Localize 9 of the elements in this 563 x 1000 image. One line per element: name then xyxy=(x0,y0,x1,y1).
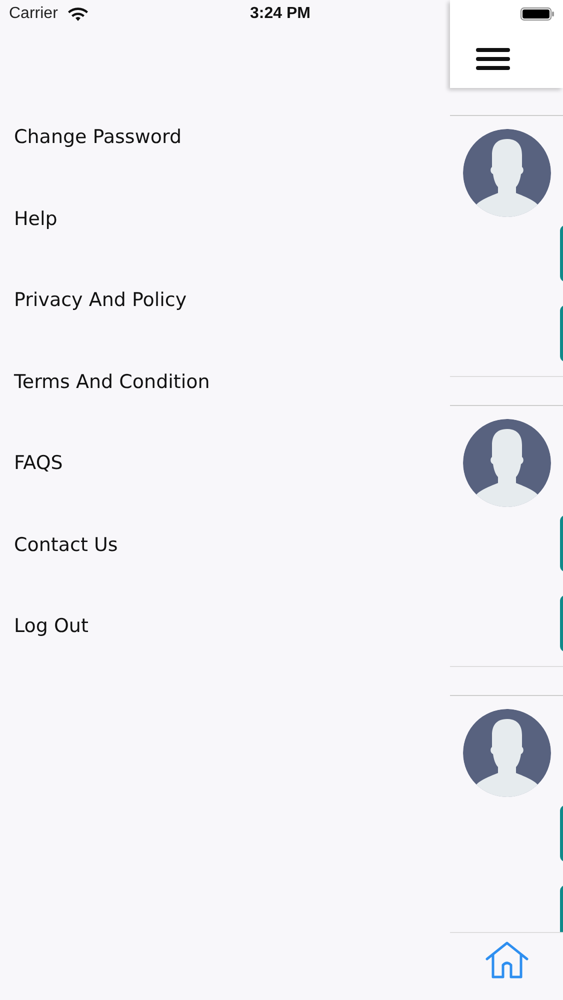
menu-item[interactable]: Contact Us xyxy=(0,504,118,586)
menu-item[interactable]: Log Out xyxy=(0,586,88,668)
menu-item[interactable]: Terms And Condition xyxy=(0,342,210,423)
menu-item[interactable]: FAQS xyxy=(0,423,63,504)
carrier-label: Carrier xyxy=(9,5,58,23)
status-time: 3:24 PM xyxy=(250,5,310,23)
menu-item[interactable]: Change Password xyxy=(0,97,182,178)
menu-item[interactable]: Help xyxy=(0,178,58,260)
menu-item[interactable]: Privacy And Policy xyxy=(0,260,187,342)
